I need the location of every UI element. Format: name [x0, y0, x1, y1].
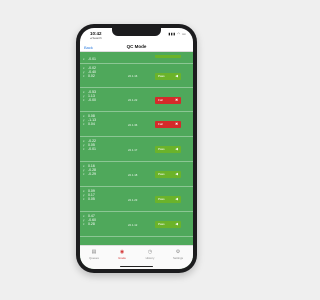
axis-values: x: 0.09 y: 0.17 z: 0.05: [83, 189, 100, 202]
axis-label: z:: [83, 75, 85, 79]
result-row[interactable]: x: 0.16 y: -0.28 z: -0.29 22.1.18 Pass ◀: [80, 163, 193, 186]
axis-label: z:: [83, 173, 85, 177]
axis-number: 0.02: [88, 74, 95, 79]
thumbs-down-icon: ✖: [175, 122, 178, 126]
result-row[interactable]: x: 0.47 y: -0.60 z: 0.28 22.1.12 Pass ◀: [80, 213, 193, 236]
thumbs-up-icon: ◀: [175, 73, 178, 78]
axis-number: 0.04: [88, 122, 95, 127]
status-back-to-search[interactable]: ◂ Search: [90, 36, 102, 40]
thumbs-up-icon: ◀: [175, 147, 178, 151]
status-chip-label: Pass: [158, 197, 165, 201]
axis-values: x: 0.08 y: -1.13 z: 0.04: [83, 114, 100, 127]
status-chip-label: Pass: [158, 222, 165, 226]
status-icons: ▮▮▮ ◠ ▭: [168, 32, 186, 36]
fail-status-chip[interactable]: Fail ✖: [155, 96, 181, 104]
navigation-bar: Back QC Mode: [80, 42, 193, 52]
axis-value: z: -0.00: [83, 98, 100, 102]
row-divider: [80, 135, 193, 136]
result-row[interactable]: x: 0.08 y: -1.13 z: 0.04 22.1.36 Fail ✖: [80, 113, 193, 136]
pass-status-chip[interactable]: Pass ◀: [155, 146, 181, 153]
grade-icon: ◉: [119, 249, 125, 255]
result-timestamp: 22.1.12: [128, 222, 138, 227]
status-chip-label: Fail: [158, 122, 163, 126]
signal-icon: ▮▮▮: [168, 31, 176, 36]
row-divider: [80, 110, 193, 111]
queue-icon: ▤: [91, 249, 97, 255]
history-icon: ◷: [147, 249, 153, 255]
axis-value: z: 0.02: [83, 74, 100, 78]
axis-value: z: -0.29: [83, 172, 100, 176]
axis-value: z: -0.01: [83, 147, 100, 151]
pass-status-chip[interactable]: Pass ◀: [155, 196, 181, 203]
axis-values: x: -0.53 y: 1.13 z: -0.00: [83, 90, 100, 103]
axis-value: z: 0.28: [83, 222, 100, 226]
axis-number: 0.28: [88, 222, 95, 227]
axis-values: x: 0.16 y: -0.28 z: -0.29: [83, 164, 100, 177]
axis-values: x: -0.02 y: -0.40 z: 0.02: [83, 66, 100, 79]
axis-value: z: 0.04: [83, 122, 100, 126]
row-divider: [80, 160, 193, 161]
thumbs-up-icon: ◀: [175, 222, 178, 226]
thumbs-down-icon: ✖: [175, 97, 178, 102]
axis-number: 0.05: [88, 197, 95, 202]
tab-settings[interactable]: ⚙ Settings: [164, 249, 192, 260]
page-title: QC Mode: [126, 44, 147, 49]
result-timestamp: 22.1.36: [128, 122, 138, 127]
tab-label: History: [145, 256, 155, 260]
tab-label: Grade: [118, 256, 126, 260]
axis-label: z:: [83, 223, 85, 227]
axis-label: z:: [83, 148, 85, 152]
tab-history[interactable]: ◷ History: [136, 249, 164, 260]
axis-values: x: 0.47 y: -0.60 z: 0.28: [83, 214, 100, 227]
pass-status-chip[interactable]: Pass ◀: [155, 171, 181, 178]
axis-number: -0.01: [88, 57, 96, 61]
axis-values: x: -0.01: [83, 57, 100, 61]
result-row[interactable]: x: -0.01: [80, 53, 193, 63]
row-divider: [80, 62, 193, 63]
result-timestamp: 22.1.18: [128, 172, 138, 177]
axis-value: z: 0.05: [83, 197, 100, 201]
status-chip-label: Pass: [158, 147, 165, 151]
result-row[interactable]: x: -0.22 y: 0.05 z: -0.01 22.1.17 Pass ◀: [80, 138, 193, 161]
tab-label: Queues: [89, 256, 99, 260]
axis-number: -0.29: [88, 172, 96, 177]
result-row[interactable]: x: -0.02 y: -0.40 z: 0.02 22.1.16 Pass ◀: [80, 65, 193, 87]
phone-notch: [112, 28, 161, 36]
status-chip-label: Pass: [158, 73, 165, 78]
row-divider: [80, 210, 193, 211]
row-divider: [80, 86, 193, 87]
result-row[interactable]: x: -0.53 y: 1.13 z: -0.00 22.1.22 Fail ✖: [80, 89, 193, 111]
result-timestamp: 22.1.17: [128, 147, 138, 152]
qc-results-list[interactable]: Standard x:-0.01x:-0.02y:-0.40z:0.0222.1…: [80, 52, 193, 269]
status-chip-label: Pass: [158, 172, 165, 176]
axis-label: z:: [83, 198, 85, 202]
axis-number: -0.01: [88, 147, 96, 152]
tab-grade[interactable]: ◉ Grade: [108, 249, 136, 260]
result-timestamp: 22.1.23: [128, 197, 138, 202]
thumbs-up-icon: ◀: [175, 172, 178, 176]
axis-label: z:: [83, 99, 85, 103]
pass-status-chip[interactable]: Pass ◀: [155, 221, 181, 228]
tab-queues[interactable]: ▤ Queues: [80, 249, 108, 260]
result-row[interactable]: x: 0.09 y: 0.17 z: 0.05 22.1.23 Pass ◀: [80, 188, 193, 211]
result-timestamp: 22.1.16: [128, 74, 138, 78]
result-timestamp: 22.1.22: [128, 98, 138, 102]
pass-status-chip[interactable]: Pass ◀: [155, 72, 181, 80]
axis-values: x: -0.22 y: 0.05 z: -0.01: [83, 139, 100, 152]
home-indicator: [120, 266, 153, 268]
row-divider: [80, 235, 193, 236]
tab-label: Settings: [172, 256, 184, 260]
tab-bar: ▤ Queues ◉ Grade ◷ History ⚙ Settings: [80, 245, 193, 269]
fail-status-chip[interactable]: Fail ✖: [155, 121, 181, 128]
axis-label: z:: [83, 123, 85, 127]
status-chip-label: Fail: [158, 97, 163, 102]
settings-icon: ⚙: [175, 249, 181, 255]
axis-number: -0.00: [88, 98, 96, 103]
thumbs-up-icon: ◀: [175, 197, 178, 201]
row-divider: [80, 185, 193, 186]
axis-value: x: -0.01: [83, 57, 100, 61]
wifi-icon: ◠: [177, 31, 181, 36]
battery-icon: ▭: [182, 31, 186, 36]
phone-screen: 10:42 ◂ Search ▮▮▮ ◠ ▭ Back QC Mode Stan…: [80, 28, 193, 269]
